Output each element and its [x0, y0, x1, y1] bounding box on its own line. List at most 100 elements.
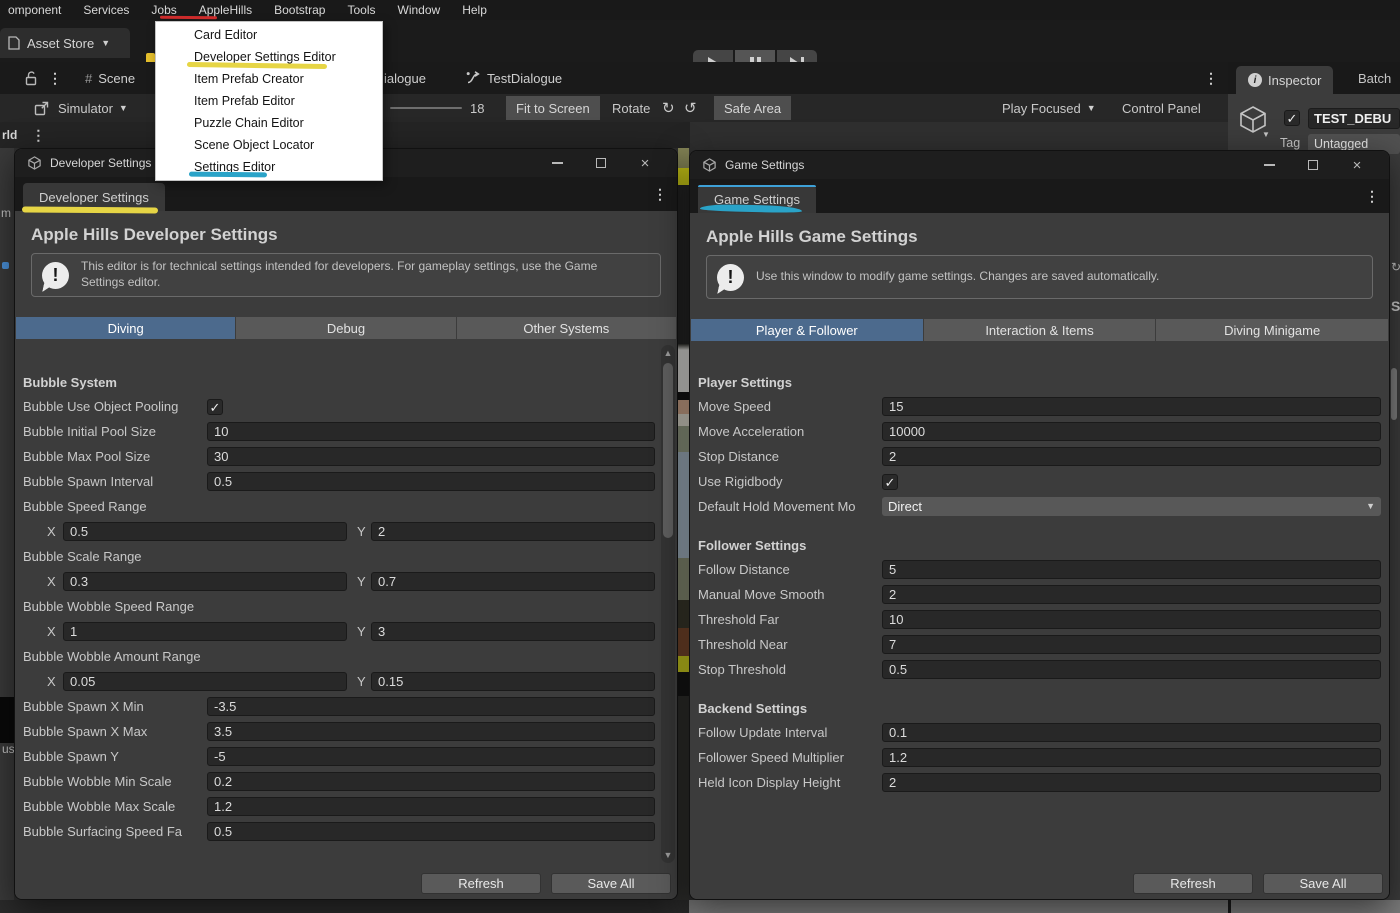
- y-value-field[interactable]: 3: [371, 622, 655, 641]
- maximize-button[interactable]: [579, 149, 623, 177]
- x-value-field[interactable]: 1: [63, 622, 347, 641]
- category-tab-diving-minigame[interactable]: Diving Minigame: [1156, 319, 1388, 341]
- field-row: Threshold Near7: [698, 632, 1381, 657]
- menu-item-scene-object-locator[interactable]: Scene Object Locator: [156, 134, 382, 156]
- x-value-field[interactable]: 0.3: [63, 572, 347, 591]
- category-tab-interaction-items[interactable]: Interaction & Items: [924, 319, 1157, 341]
- simulator-dropdown[interactable]: Simulator ▼: [58, 94, 128, 122]
- active-checkbox[interactable]: ✓: [1284, 110, 1300, 126]
- text-field[interactable]: 0.5: [882, 660, 1381, 679]
- minimize-button[interactable]: [535, 149, 579, 177]
- text-field[interactable]: 7: [882, 635, 1381, 654]
- scrollbar[interactable]: ▲ ▼: [661, 345, 675, 863]
- window-footer: Refresh Save All: [690, 865, 1389, 899]
- maximize-button[interactable]: [1291, 151, 1335, 179]
- rotate-cw-icon[interactable]: ↻: [662, 94, 675, 122]
- play-focused-dropdown[interactable]: Play Focused ▼: [1002, 94, 1096, 122]
- field-label: Held Icon Display Height: [698, 775, 882, 790]
- dropdown-field[interactable]: Direct▼: [882, 497, 1381, 516]
- menubar-item-applehills[interactable]: AppleHills: [193, 3, 258, 17]
- tab-dialogue-partial[interactable]: ialogue: [384, 62, 426, 94]
- text-field[interactable]: 2: [882, 447, 1381, 466]
- safe-area-button[interactable]: Safe Area: [714, 96, 791, 120]
- field-label: Bubble Scale Range: [23, 544, 655, 569]
- menu-item-card-editor[interactable]: Card Editor: [156, 24, 382, 46]
- zoom-slider[interactable]: [390, 94, 462, 122]
- inspector-tab-label: Inspector: [1268, 73, 1321, 88]
- close-button[interactable]: ×: [623, 149, 667, 177]
- category-tab-other-systems[interactable]: Other Systems: [457, 317, 676, 339]
- text-field[interactable]: 2: [882, 773, 1381, 792]
- text-field[interactable]: 0.5: [207, 822, 655, 841]
- text-field[interactable]: 1.2: [207, 797, 655, 816]
- rotate-ccw-icon[interactable]: ↺: [684, 94, 697, 122]
- checkbox[interactable]: ✓: [207, 399, 223, 415]
- refresh-button[interactable]: Refresh: [421, 873, 541, 894]
- text-field[interactable]: 10000: [882, 422, 1381, 441]
- chevron-down-icon[interactable]: ▼: [1262, 130, 1270, 139]
- category-tab-debug[interactable]: Debug: [236, 317, 456, 339]
- scrollbar-thumb[interactable]: [1391, 368, 1397, 420]
- menubar-item-tools[interactable]: Tools: [341, 3, 381, 17]
- checkbox[interactable]: ✓: [882, 474, 898, 490]
- field-row: Bubble Use Object Pooling✓: [23, 394, 655, 419]
- cube-icon[interactable]: ▼: [1238, 104, 1268, 136]
- tab-asset-store[interactable]: Asset Store ▼: [0, 28, 130, 58]
- tab-scene[interactable]: # Scene: [85, 62, 135, 94]
- text-field[interactable]: 5: [882, 560, 1381, 579]
- x-value-field[interactable]: 0.05: [63, 672, 347, 691]
- alert-icon: !: [717, 264, 744, 291]
- kebab-menu-icon[interactable]: ⋮: [31, 127, 45, 144]
- popout-icon[interactable]: [34, 94, 49, 122]
- tab-batch-partial[interactable]: Batch: [1358, 62, 1400, 94]
- scroll-down-icon[interactable]: ▼: [661, 850, 675, 860]
- x-value-field[interactable]: 0.5: [63, 522, 347, 541]
- text-field[interactable]: 30: [207, 447, 655, 466]
- object-name-field[interactable]: TEST_DEBU: [1308, 108, 1400, 129]
- menubar-item-bootstrap[interactable]: Bootstrap: [268, 3, 331, 17]
- kebab-menu-icon[interactable]: ⋮: [653, 186, 667, 203]
- tab-test-dialogue[interactable]: TestDialogue: [466, 62, 562, 94]
- menubar-item-omponent[interactable]: omponent: [2, 3, 67, 17]
- fit-to-screen-button[interactable]: Fit to Screen: [506, 96, 600, 120]
- window-titlebar[interactable]: Game Settings ×: [690, 151, 1389, 179]
- text-field[interactable]: -5: [207, 747, 655, 766]
- menubar-item-services[interactable]: Services: [77, 3, 135, 17]
- text-field[interactable]: 3.5: [207, 722, 655, 741]
- menubar-item-help[interactable]: Help: [456, 3, 493, 17]
- kebab-menu-icon[interactable]: ⋮: [1365, 188, 1379, 205]
- y-value-field[interactable]: 0.7: [371, 572, 655, 591]
- text-field[interactable]: 15: [882, 397, 1381, 416]
- menu-item-puzzle-chain-editor[interactable]: Puzzle Chain Editor: [156, 112, 382, 134]
- text-field[interactable]: 0.1: [882, 723, 1381, 742]
- text-field[interactable]: 10: [207, 422, 655, 441]
- minimize-button[interactable]: [1247, 151, 1291, 179]
- menubar-item-window[interactable]: Window: [392, 3, 447, 17]
- control-panel-button[interactable]: Control Panel: [1122, 94, 1201, 122]
- kebab-menu-icon[interactable]: ⋮: [48, 62, 62, 94]
- text-field[interactable]: 2: [882, 585, 1381, 604]
- save-all-button[interactable]: Save All: [1263, 873, 1383, 894]
- field-row: Bubble Wobble Min Scale0.2: [23, 769, 655, 794]
- y-value-field[interactable]: 2: [371, 522, 655, 541]
- close-button[interactable]: ×: [1335, 151, 1379, 179]
- tab-inspector[interactable]: i Inspector: [1236, 66, 1333, 94]
- text-field[interactable]: 1.2: [882, 748, 1381, 767]
- text-field[interactable]: 0.5: [207, 472, 655, 491]
- y-value-field[interactable]: 0.15: [371, 672, 655, 691]
- text-field[interactable]: 10: [882, 610, 1381, 629]
- field-row: Follower Speed Multiplier1.2: [698, 745, 1381, 770]
- save-all-button[interactable]: Save All: [551, 873, 671, 894]
- left-text-fragment: m: [1, 206, 11, 220]
- menu-item-item-prefab-editor[interactable]: Item Prefab Editor: [156, 90, 382, 112]
- refresh-button[interactable]: Refresh: [1133, 873, 1253, 894]
- kebab-menu-icon[interactable]: ⋮: [1204, 62, 1218, 94]
- scroll-up-icon[interactable]: ▲: [661, 348, 675, 358]
- text-field[interactable]: -3.5: [207, 697, 655, 716]
- text-field[interactable]: 0.2: [207, 772, 655, 791]
- category-tab-player-follower[interactable]: Player & Follower: [691, 319, 924, 341]
- scrollbar-thumb[interactable]: [663, 363, 673, 538]
- menu-item-item-prefab-creator[interactable]: Item Prefab Creator: [156, 68, 382, 90]
- unlock-icon[interactable]: [24, 62, 38, 94]
- category-tab-diving[interactable]: Diving: [16, 317, 236, 339]
